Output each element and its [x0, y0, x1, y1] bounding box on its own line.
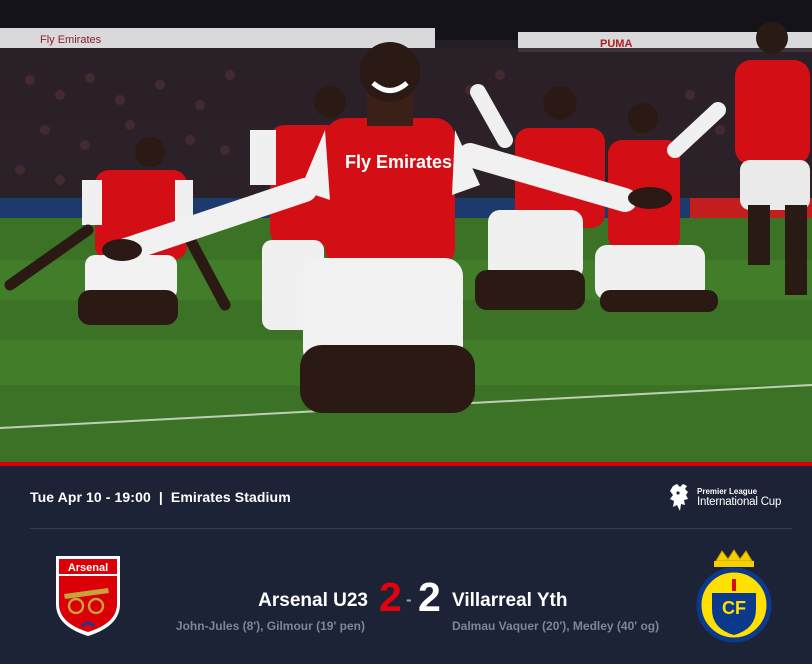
board-text-left: Fly Emirates — [40, 34, 102, 46]
away-team-name[interactable]: Villarreal Yth — [452, 590, 567, 612]
score-separator: - — [406, 590, 412, 609]
panel-divider — [30, 528, 792, 529]
premier-league-lion-icon — [670, 484, 688, 511]
away-score: 2 — [418, 574, 441, 620]
home-scorers: John-Jules (8'), Gilmour (19' pen) — [175, 619, 365, 633]
competition-name: Premier League International Cup — [697, 486, 782, 509]
arsenal-crest-icon[interactable]: Arsenal — [52, 554, 124, 638]
competition-line2: International Cup — [697, 496, 782, 509]
home-score: 2 — [379, 574, 402, 620]
match-panel: Tue Apr 10 - 19:00 | Emirates Stadium Prem… — [0, 466, 812, 664]
competition-logo[interactable]: Premier League International Cup — [667, 481, 797, 515]
home-team-name[interactable]: Arsenal U23 — [258, 590, 368, 612]
meta-separator: | — [158, 489, 163, 505]
hero-photo: Fly Emirates PUMA Fly Emirates — [0, 0, 812, 462]
crest-text: Arsenal — [68, 562, 108, 574]
competition-line1: Premier League — [697, 486, 758, 496]
match-venue: Emirates Stadium — [170, 489, 291, 505]
shirt-sponsor: Fly Emirates — [345, 152, 452, 172]
celebration-scene: Fly Emirates PUMA Fly Emirates — [0, 0, 812, 462]
match-meta: Tue Apr 10 - 19:00 | Emirates Stadium — [30, 489, 291, 505]
match-date-time: Tue Apr 10 - 19:00 — [30, 489, 151, 505]
away-scorers: Dalmau Vaquer (20'), Medley (40' og) — [452, 619, 660, 633]
crest-text: CF — [722, 598, 746, 618]
villarreal-crest-icon[interactable]: CF — [696, 549, 772, 643]
